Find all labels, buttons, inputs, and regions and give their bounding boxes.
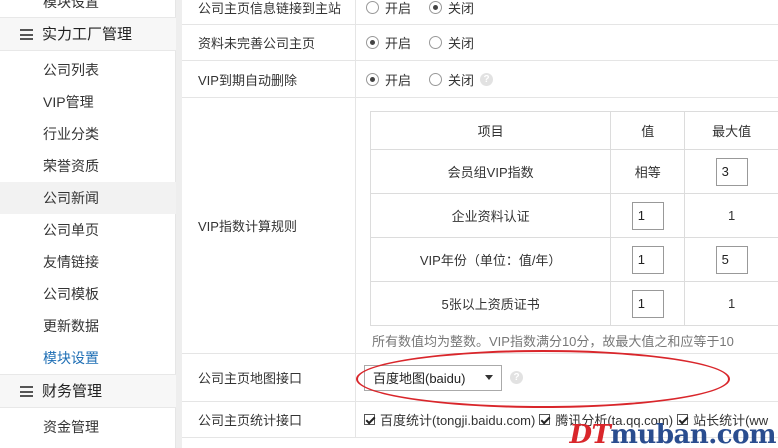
radio-label: 关闭 — [448, 36, 475, 51]
row-label: VIP指数计算规则 — [182, 98, 356, 353]
row-link-main: 公司主页信息链接到主站 开启 关闭 — [182, 0, 778, 25]
radio-off[interactable]: 关闭 — [429, 33, 474, 52]
max-input[interactable]: 3 — [715, 157, 748, 186]
column-header: 最大值 — [684, 111, 778, 150]
radio-off[interactable]: 关闭 — [429, 70, 474, 89]
sidebar-item-funds[interactable]: 资金管理 — [0, 411, 176, 443]
radio-label: 关闭 — [448, 0, 475, 16]
settings-table: 公司主页信息链接到主站 开启 关闭 资料未完善公司主页 开启 关闭 VIP到期自… — [182, 0, 778, 448]
radio-on[interactable]: 开启 — [366, 70, 411, 89]
checkbox-baidu-stats[interactable]: 百度统计(tongji.baidu.com) — [364, 410, 535, 429]
row-map-api: 公司主页地图接口 百度地图(baidu) ? — [182, 354, 778, 402]
checkbox-box — [539, 414, 551, 425]
select-value: 百度地图(baidu) — [373, 371, 466, 386]
sidebar-item-templates[interactable]: 公司模板 — [0, 278, 176, 310]
sidebar-group-label: 实力工厂管理 — [42, 26, 133, 43]
sidebar-item-links[interactable]: 友情链接 — [0, 246, 176, 278]
sidebar-item-module-settings-top[interactable]: 模块设置 — [0, 0, 176, 18]
cell-item: 会员组VIP指数 — [369, 149, 612, 194]
row-value: 开启 关闭 ? — [356, 61, 778, 97]
radio-label: 开启 — [385, 0, 412, 16]
sidebar-group-finance[interactable]: 财务管理 — [0, 374, 176, 408]
watermark-text: muban.com — [610, 420, 776, 448]
cell-max: 5 — [684, 237, 778, 282]
sidebar-item-update-data[interactable]: 更新数据 — [0, 310, 176, 342]
row-value: 开启 关闭 — [356, 25, 778, 60]
radio-on[interactable]: 开启 — [366, 0, 411, 17]
cell-value: 1 — [610, 193, 686, 238]
row-value: 开启 关闭 — [356, 0, 778, 24]
cell-max: 1 — [684, 281, 778, 326]
sidebar-item-company-news[interactable]: 公司新闻 — [0, 182, 176, 214]
cell-value: 相等 — [610, 149, 686, 194]
row-label: VIP到期自动删除 — [182, 61, 356, 97]
vip-note: 所有数值均为整数。VIP指数满分10分，故最大值之和应等于10 — [372, 334, 734, 349]
help-icon[interactable]: ? — [480, 72, 494, 86]
table-row: 5张以上资质证书 1 1 — [369, 281, 778, 326]
sidebar-item-vip[interactable]: VIP管理 — [0, 86, 176, 118]
radio-on[interactable]: 开启 — [366, 33, 411, 52]
cell-max: 3 — [684, 149, 778, 194]
row-incomplete: 资料未完善公司主页 开启 关闭 — [182, 25, 778, 61]
cell-item: 企业资料认证 — [369, 193, 612, 238]
sidebar-item-company-list[interactable]: 公司列表 — [0, 54, 176, 86]
row-value: 百度地图(baidu) ? — [356, 354, 778, 401]
table-row: VIP年份（单位：值/年） 1 5 — [369, 237, 778, 282]
cell-value: 1 — [610, 281, 686, 326]
sidebar-item-industry[interactable]: 行业分类 — [0, 118, 176, 150]
row-label: 公司主页统计接口 — [182, 402, 356, 437]
max-input[interactable]: 5 — [715, 245, 748, 274]
column-header: 项目 — [369, 111, 612, 150]
table-header-row: 项目 值 最大值 — [369, 111, 778, 150]
radio-dot — [429, 0, 443, 14]
map-api-select[interactable]: 百度地图(baidu) — [364, 364, 502, 391]
sidebar-group-factory[interactable]: 实力工厂管理 — [0, 17, 176, 51]
sidebar-item-company-page[interactable]: 公司单页 — [0, 214, 176, 246]
watermark-logo: DTmuban.com — [570, 420, 777, 448]
checkbox-box — [364, 414, 375, 425]
radio-off[interactable]: 关闭 — [429, 0, 474, 17]
value-input[interactable]: 1 — [631, 201, 664, 230]
radio-label: 开启 — [385, 72, 412, 88]
cell-max: 1 — [684, 193, 778, 238]
value-input[interactable]: 1 — [631, 245, 664, 274]
radio-dot — [429, 72, 443, 86]
row-label: 公司主页信息链接到主站 — [182, 0, 356, 24]
sidebar: 模块设置 实力工厂管理 公司列表 VIP管理 行业分类 荣誉资质 公司新闻 公司… — [0, 0, 176, 448]
sidebar-item-honors[interactable]: 荣誉资质 — [0, 150, 176, 182]
table-row: 企业资料认证 1 1 — [369, 193, 778, 238]
checkbox-label: 百度统计(tongji.baidu.com) — [380, 413, 536, 428]
cell-value: 1 — [610, 237, 686, 282]
value-input[interactable]: 1 — [631, 289, 664, 318]
cell-item: 5张以上资质证书 — [369, 281, 612, 326]
row-label: 公司主页地图接口 — [182, 354, 356, 401]
radio-dot — [366, 0, 379, 14]
sidebar-group-label: 财务管理 — [42, 383, 103, 400]
vip-index-table: 项目 值 最大值 会员组VIP指数 相等 3 企业资料认证 1 1 VIP年份（… — [369, 111, 778, 326]
row-label: 资料未完善公司主页 — [182, 25, 356, 60]
row-vip-expire: VIP到期自动删除 开启 关闭 ? — [182, 61, 778, 98]
watermark-dt: DT — [569, 420, 611, 448]
radio-dot — [429, 36, 443, 49]
radio-label: 开启 — [385, 36, 412, 51]
chevron-down-icon — [485, 375, 493, 380]
column-header: 值 — [610, 111, 686, 150]
menu-icon — [20, 29, 33, 40]
sidebar-item-module-settings[interactable]: 模块设置 — [0, 342, 176, 374]
radio-label: 关闭 — [448, 72, 475, 88]
menu-icon — [20, 386, 33, 397]
radio-dot — [366, 36, 379, 49]
table-row: 会员组VIP指数 相等 3 — [369, 149, 778, 194]
help-icon[interactable]: ? — [510, 371, 523, 384]
radio-dot — [366, 72, 379, 86]
cell-item: VIP年份（单位：值/年） — [369, 237, 612, 282]
